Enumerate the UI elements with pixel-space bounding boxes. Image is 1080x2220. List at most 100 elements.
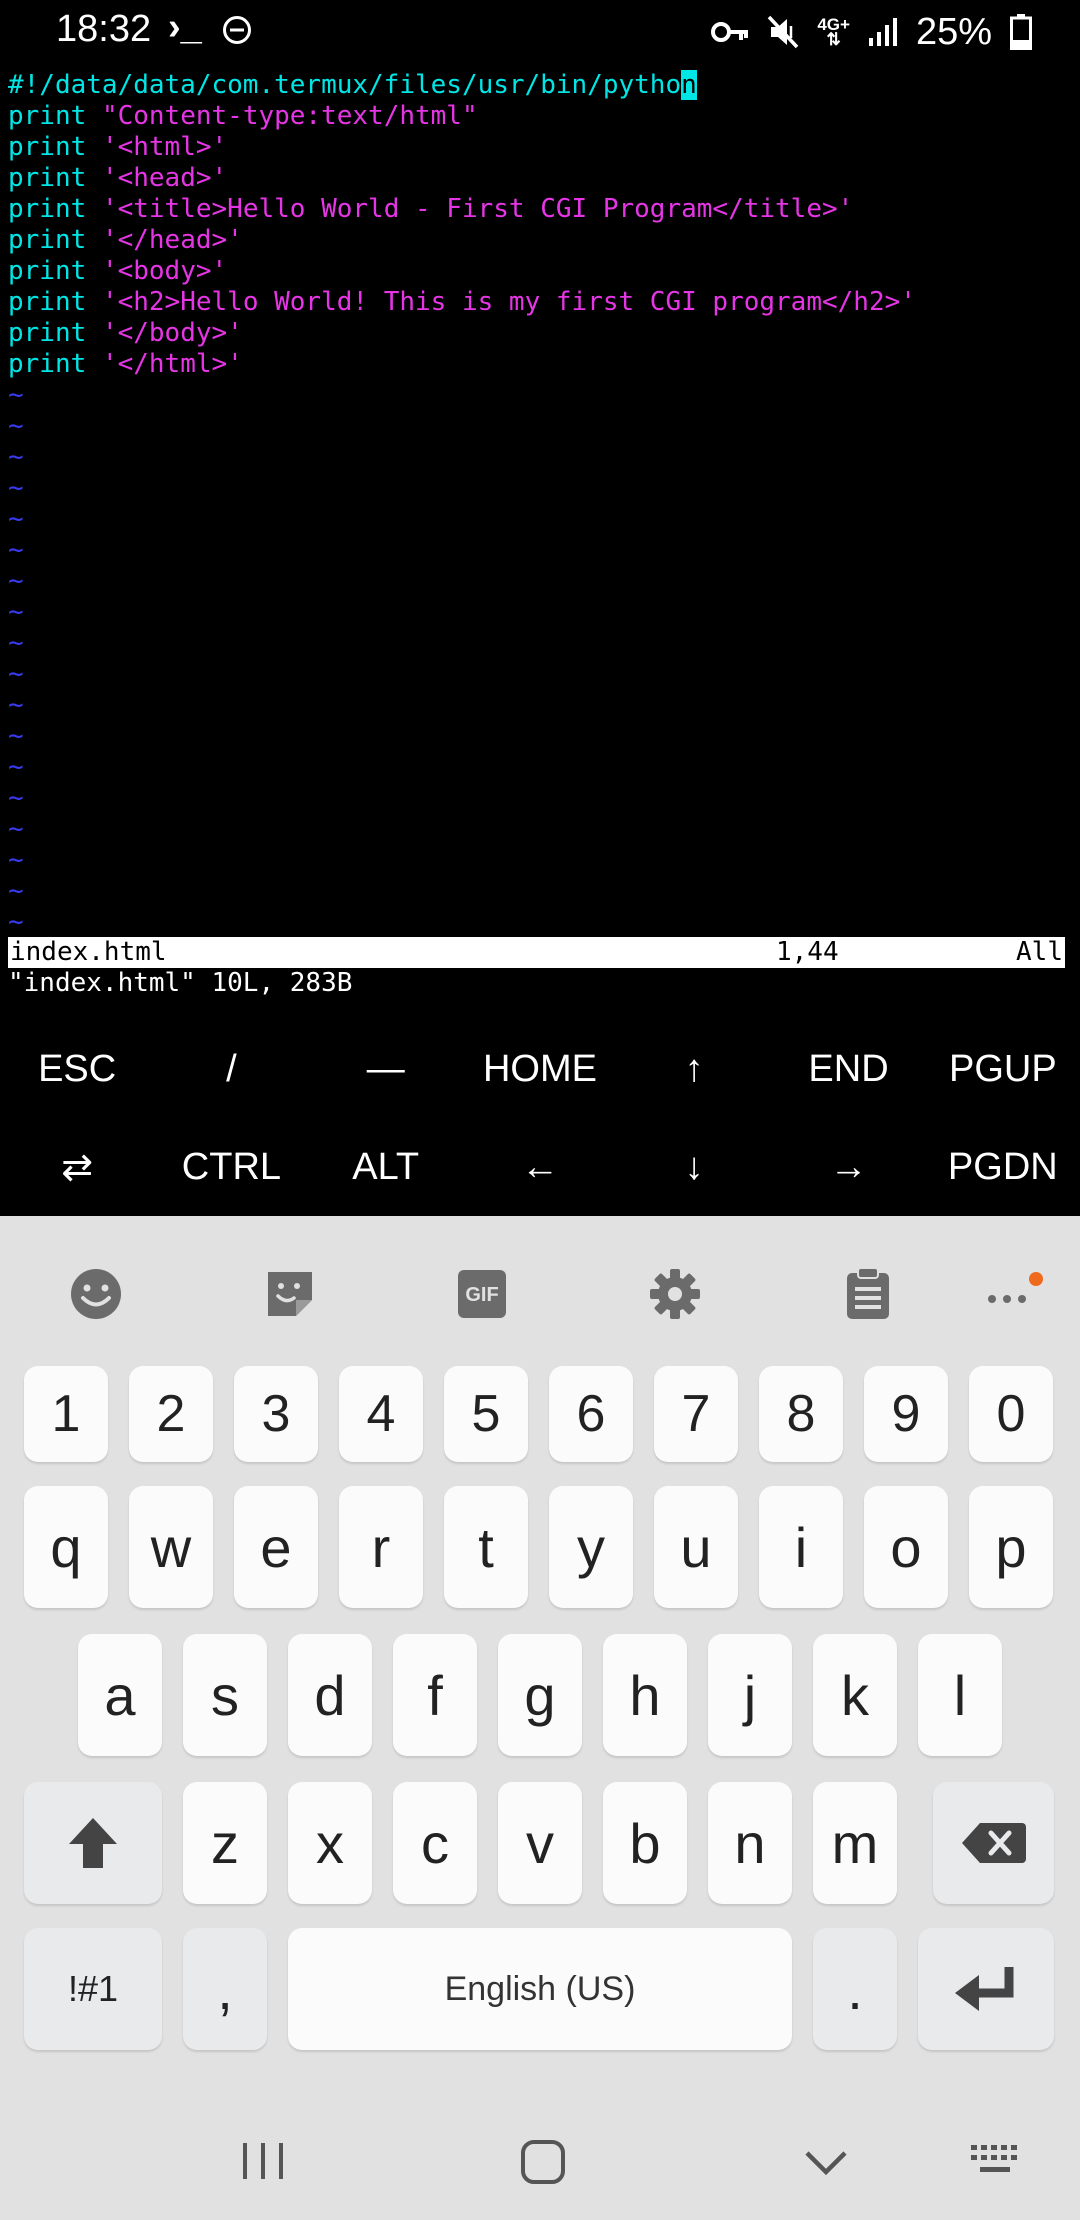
backspace-key[interactable]	[933, 1782, 1054, 1904]
key-8[interactable]: 8	[759, 1366, 843, 1462]
code-line: print '<h2>Hello World! This is my first…	[8, 287, 1074, 318]
empty-line-marker: ~	[8, 876, 24, 906]
key-a[interactable]: a	[78, 1634, 162, 1756]
key-j[interactable]: j	[708, 1634, 792, 1756]
key-k[interactable]: k	[813, 1634, 897, 1756]
shift-key[interactable]	[24, 1782, 162, 1904]
arrow-right-key[interactable]: →	[771, 1118, 925, 1216]
arrow-up-key[interactable]: ↑	[617, 1020, 771, 1118]
key-v[interactable]: v	[498, 1782, 582, 1904]
alt-key[interactable]: ALT	[309, 1118, 463, 1216]
keyboard-switch-icon[interactable]	[970, 2143, 1020, 2177]
code-token: print	[8, 194, 87, 224]
code-token: print	[8, 256, 87, 286]
empty-lines: ~ ~ ~ ~ ~ ~ ~ ~ ~ ~ ~ ~ ~ ~ ~ ~ ~ ~	[8, 380, 1074, 938]
key-g[interactable]: g	[498, 1634, 582, 1756]
mute-icon	[768, 15, 799, 49]
key-0[interactable]: 0	[969, 1366, 1053, 1462]
key-o[interactable]: o	[864, 1486, 948, 1608]
back-icon[interactable]	[804, 2150, 848, 2176]
battery-percent: 25%	[915, 10, 992, 53]
key-q[interactable]: q	[24, 1486, 108, 1608]
key-y[interactable]: y	[549, 1486, 633, 1608]
ctrl-key[interactable]: CTRL	[154, 1118, 308, 1216]
key-z[interactable]: z	[183, 1782, 267, 1904]
key-1[interactable]: 1	[24, 1366, 108, 1462]
clipboard-icon[interactable]	[840, 1266, 896, 1322]
key-5[interactable]: 5	[444, 1366, 528, 1462]
settings-icon[interactable]	[647, 1266, 703, 1322]
recents-icon[interactable]	[241, 2141, 285, 2181]
empty-line-marker: ~	[8, 721, 24, 751]
empty-line-marker: ~	[8, 597, 24, 627]
key-2[interactable]: 2	[129, 1366, 213, 1462]
key-p[interactable]: p	[969, 1486, 1053, 1608]
key-r[interactable]: r	[339, 1486, 423, 1608]
emoji-icon[interactable]	[68, 1266, 124, 1322]
pgdn-key[interactable]: PGDN	[926, 1118, 1080, 1216]
code-line: print '<html>'	[8, 132, 1074, 163]
code-line: #!/data/data/com.termux/files/usr/bin/py…	[8, 70, 1074, 101]
extra-keys-row-1: ESC / — HOME ↑ END PGUP	[0, 1020, 1080, 1118]
empty-line-marker: ~	[8, 535, 24, 565]
cursor-position: 1,44	[776, 937, 839, 967]
code-token: print	[8, 132, 87, 162]
sticker-icon[interactable]	[262, 1266, 318, 1322]
pgup-key[interactable]: PGUP	[926, 1020, 1080, 1118]
arrow-down-key[interactable]: ↓	[617, 1118, 771, 1216]
slash-key[interactable]: /	[154, 1020, 308, 1118]
end-key[interactable]: END	[771, 1020, 925, 1118]
esc-key[interactable]: ESC	[0, 1020, 154, 1118]
home-key[interactable]: HOME	[463, 1020, 617, 1118]
empty-line-marker: ~	[8, 783, 24, 813]
key-b[interactable]: b	[603, 1782, 687, 1904]
key-9[interactable]: 9	[864, 1366, 948, 1462]
code-token: '<h2>Hello World! This is my first CGI p…	[101, 287, 916, 317]
key-4[interactable]: 4	[339, 1366, 423, 1462]
home-icon[interactable]	[520, 2139, 566, 2185]
scroll-indicator: All	[1016, 937, 1063, 967]
code-token: '</body>'	[101, 318, 243, 348]
empty-line-marker: ~	[8, 628, 24, 658]
empty-line-marker: ~	[8, 690, 24, 720]
key-s[interactable]: s	[183, 1634, 267, 1756]
arrow-left-key[interactable]: ←	[463, 1118, 617, 1216]
key-d[interactable]: d	[288, 1634, 372, 1756]
dash-key[interactable]: —	[309, 1020, 463, 1118]
empty-line-marker: ~	[8, 473, 24, 503]
code-token: "Content-type:text/html"	[101, 101, 478, 131]
code-token: '</head>'	[101, 225, 243, 255]
key-6[interactable]: 6	[549, 1366, 633, 1462]
key-u[interactable]: u	[654, 1486, 738, 1608]
code-token: print	[8, 349, 87, 379]
tab-key[interactable]: ⇄	[0, 1118, 154, 1216]
key-m[interactable]: m	[813, 1782, 897, 1904]
battery-icon	[1010, 14, 1032, 50]
key-e[interactable]: e	[234, 1486, 318, 1608]
key-l[interactable]: l	[918, 1634, 1002, 1756]
key-c[interactable]: c	[393, 1782, 477, 1904]
key-f[interactable]: f	[393, 1634, 477, 1756]
key-3[interactable]: 3	[234, 1366, 318, 1462]
vim-editor[interactable]: #!/data/data/com.termux/files/usr/bin/py…	[8, 70, 1074, 938]
soft-keyboard: GIF 1 2 3 4 5 6 7 8 9 0 q w e r t y u i …	[0, 1216, 1080, 2220]
key-x[interactable]: x	[288, 1782, 372, 1904]
key-h[interactable]: h	[603, 1634, 687, 1756]
svg-text:GIF: GIF	[465, 1284, 498, 1306]
gif-icon[interactable]: GIF	[454, 1266, 510, 1322]
status-bar: 18:32 ›_ 4G+ ⇅ 25%	[0, 0, 1080, 64]
empty-line-marker: ~	[8, 566, 24, 596]
key-t[interactable]: t	[444, 1486, 528, 1608]
key-w[interactable]: w	[129, 1486, 213, 1608]
empty-line-marker: ~	[8, 814, 24, 844]
key-7[interactable]: 7	[654, 1366, 738, 1462]
more-icon[interactable]	[978, 1266, 1048, 1322]
code-token: '<body>'	[101, 256, 228, 286]
code-line: print '</body>'	[8, 318, 1074, 349]
key-i[interactable]: i	[759, 1486, 843, 1608]
key-n[interactable]: n	[708, 1782, 792, 1904]
